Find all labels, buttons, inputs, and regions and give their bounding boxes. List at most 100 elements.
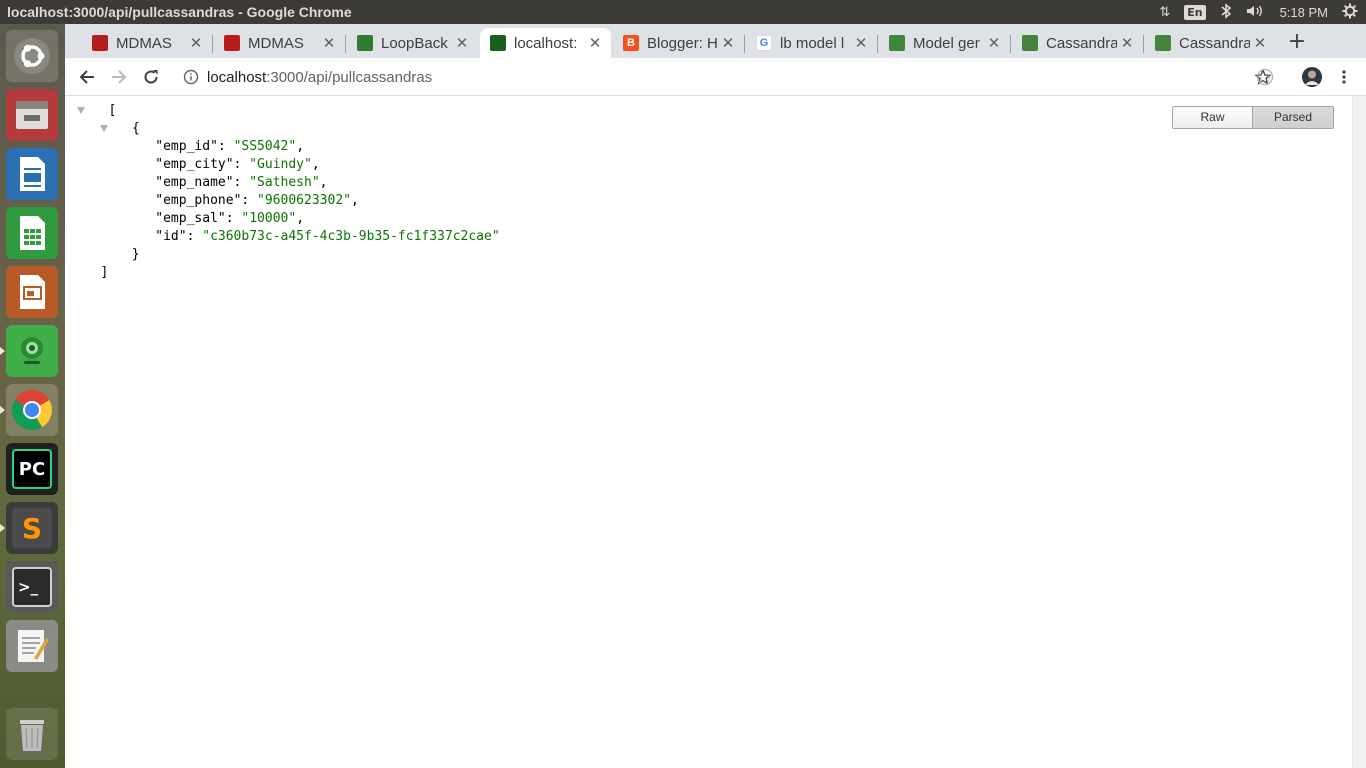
close-icon[interactable]: ✕ [1250,34,1270,52]
close-icon[interactable]: ✕ [186,34,206,52]
json-field-emp-name: "emp_name": "Sathesh", [155,175,328,190]
tab-label: LoopBack [381,34,448,52]
libreoffice-calc-icon[interactable] [6,207,58,259]
webcam-app-icon[interactable] [6,325,58,377]
tab-label: MDMAS [116,34,172,52]
raw-button[interactable]: Raw [1173,107,1253,128]
tab-label: lb model l [780,34,845,52]
json-object-open[interactable]: { [77,120,500,138]
tab-localhost[interactable]: localhost: ✕ [480,28,611,58]
network-transfer-icon[interactable]: ⇅ [1159,4,1170,20]
volume-icon[interactable] [1246,4,1266,21]
text-editor-icon[interactable] [6,620,58,672]
running-indicator [0,406,5,414]
tab-label: localhost: [514,34,578,52]
terminal-glyph: >_ [12,567,52,607]
json-value: 10000 [249,211,289,226]
tab-cassandra-2[interactable]: Cassandra ✕ [1145,28,1276,58]
tab-lb-model[interactable]: G lb model l ✕ [746,28,877,58]
extension-icon[interactable]: {·} [1253,65,1277,89]
sublime-text-icon[interactable]: S [6,502,58,554]
new-tab-button[interactable]: + [1284,30,1310,56]
close-icon[interactable]: ✕ [319,34,339,52]
json-fields: "emp_id": "SS5042", "emp_city": "Guindy"… [77,138,500,246]
pycharm-glyph: PC [12,449,52,489]
forward-arrow-icon [112,70,127,84]
info-icon[interactable] [183,69,199,85]
close-icon[interactable]: ✕ [851,34,871,52]
json-key: emp_name [163,175,226,190]
tab-mdmas-2[interactable]: MDMAS ✕ [214,28,345,58]
toolbar: localhost:3000/api/pullcassandras {·} [65,58,1366,96]
tab-separator [877,35,878,53]
json-key: id [163,229,179,244]
tab-loopback[interactable]: LoopBack ✕ [347,28,478,58]
tab-label: Model ger [913,34,980,52]
blogger-icon: B [623,35,639,51]
tab-blogger[interactable]: B Blogger: H ✕ [613,28,744,58]
tab-separator [1143,35,1144,53]
terminal-icon[interactable]: >_ [6,561,58,613]
files-icon[interactable] [6,89,58,141]
parsed-button[interactable]: Parsed [1253,107,1333,128]
clock[interactable]: 5:18 PM [1280,5,1328,20]
tab-separator [1010,35,1011,53]
forward-button[interactable] [107,65,131,89]
json-value: SS5042 [241,139,289,154]
url-path: :3000/api/pullcassandras [266,68,433,86]
json-value: 9600623302 [264,193,344,208]
tab-separator [345,35,346,53]
gear-icon[interactable] [1342,3,1358,22]
keyboard-layout-indicator[interactable]: En [1184,4,1206,20]
nodejs-icon [1022,35,1038,51]
tab-mdmas-1[interactable]: MDMAS ✕ [82,28,212,58]
close-icon[interactable]: ✕ [984,34,1004,52]
reload-button[interactable] [139,65,163,89]
sublime-glyph: S [12,508,52,548]
back-button[interactable] [75,65,99,89]
close-icon[interactable]: ✕ [585,34,605,52]
json-key: emp_id [163,139,211,154]
pycharm-icon[interactable]: PC [6,443,58,495]
trash-icon[interactable] [6,708,58,760]
localhost-icon [490,35,506,51]
libreoffice-impress-icon[interactable] [6,266,58,318]
avatar[interactable] [1300,65,1324,89]
collapse-toggle-icon[interactable] [100,125,109,132]
json-field-emp-sal: "emp_sal": "10000", [155,211,305,226]
json-viewer: [ { "emp_id": "SS5042", "emp_city": "Gui… [65,96,1352,768]
close-icon[interactable]: ✕ [452,34,472,52]
close-icon[interactable]: ✕ [1117,34,1137,52]
json-array-open[interactable]: [ [77,102,500,120]
kebab-menu-icon [1342,70,1346,84]
mdmas-icon [224,35,240,51]
json-field-emp-phone: "emp_phone": "9600623302", [155,193,359,208]
browser-window: MDMAS ✕ MDMAS ✕ LoopBack ✕ localhost: ✕ … [65,24,1366,768]
json-field-id: "id": "c360b73c-a45f-4c3b-9b35-fc1f337c2… [155,229,500,244]
menu-button[interactable] [1332,65,1356,89]
json-key: emp_phone [163,193,234,208]
url-host: localhost [207,68,267,86]
top-panel: localhost:3000/api/pullcassandras - Goog… [0,0,1366,24]
indicator-area: ⇅ En 5:18 PM [1159,0,1358,24]
scrollbar[interactable] [1352,96,1366,768]
tab-cassandra-1[interactable]: Cassandra ✕ [1012,28,1143,58]
ubuntu-dash-icon[interactable] [6,30,58,82]
chrome-icon[interactable] [6,384,58,436]
tab-label: Cassandra [1046,34,1117,52]
tab-separator [744,35,745,53]
json-value: Guindy [257,157,305,172]
view-toggle: Raw Parsed [1172,106,1334,129]
json-value: c360b73c-a45f-4c3b-9b35-fc1f337c2cae [210,229,492,244]
collapse-toggle-icon[interactable] [77,107,85,114]
libreoffice-writer-icon[interactable] [6,148,58,200]
tab-model-generator[interactable]: Model ger ✕ [879,28,1010,58]
loopback-icon [357,35,373,51]
close-icon[interactable]: ✕ [718,34,738,52]
mdmas-icon [92,35,108,51]
tab-label: Blogger: H [647,34,718,52]
bluetooth-icon[interactable] [1220,2,1232,22]
address-bar[interactable]: localhost:3000/api/pullcassandras [173,61,1272,93]
launcher: PC S >_ [0,24,65,768]
json-object-close: } [131,247,140,262]
